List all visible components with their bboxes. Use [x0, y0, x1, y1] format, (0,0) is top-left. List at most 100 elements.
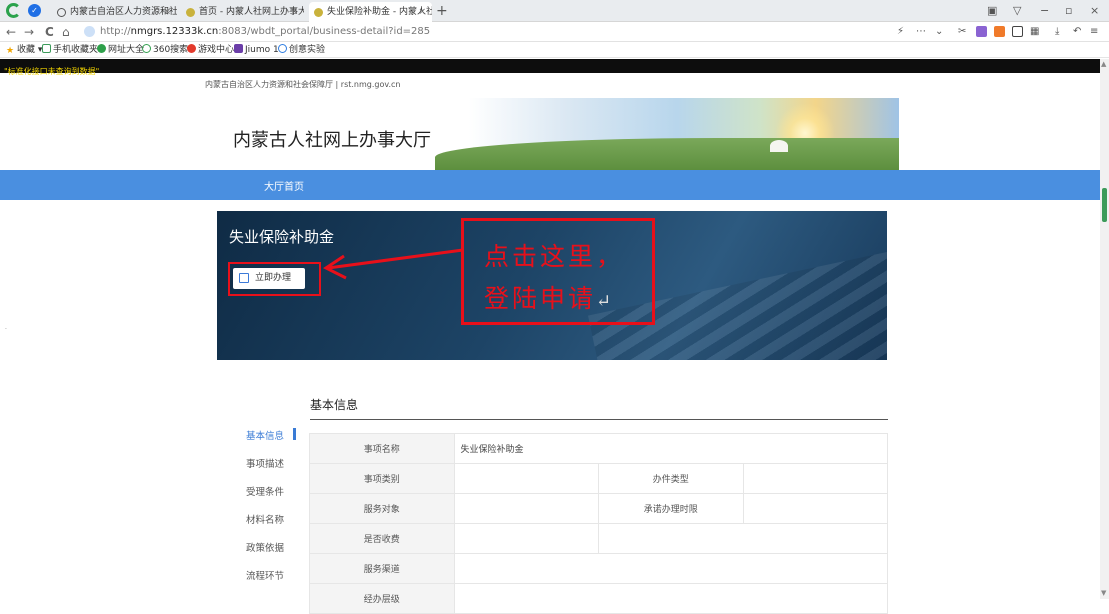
annotation-arrow-icon [323, 248, 464, 280]
close-window-icon[interactable]: × [1090, 0, 1099, 22]
annotation-line-2: 登陆申请 [484, 284, 597, 313]
window-list-icon[interactable]: ▣ [987, 0, 997, 22]
side-nav-conditions[interactable]: 受理条件 [246, 484, 284, 498]
gov-link-line[interactable]: 内蒙古自治区人力资源和社会保障厅 | rst.nmg.gov.cn [205, 79, 401, 90]
bookmark-label: 游戏中心 [198, 45, 235, 55]
bookmark-hao123[interactable]: 网址大全 [97, 42, 144, 58]
side-nav-materials[interactable]: 材料名称 [246, 512, 284, 526]
maximize-icon[interactable]: ▫ [1065, 0, 1072, 22]
annotation-text: 点击这里， 登陆申请↵ [484, 236, 624, 323]
url-path: :8083/wbdt_portal/business-detail?id=285 [218, 26, 431, 37]
undo-icon[interactable]: ↶ [1073, 24, 1081, 40]
forward-icon[interactable]: → [24, 24, 34, 40]
browser-tab-title: 首页 - 内蒙人社网上办事大厅 [199, 7, 304, 17]
browser-tab-1[interactable]: 内蒙古自治区人力资源和社会· × [52, 2, 177, 22]
bookmark-label: 收藏 [17, 45, 36, 55]
table-cell-label: 是否收费 [309, 523, 455, 554]
table-cell-value [453, 463, 599, 494]
browser-tab-strip: ✓ 内蒙古自治区人力资源和社会· × 首页 - 内蒙人社网上办事大厅 × 失业保… [0, 0, 1109, 22]
skin-icon[interactable]: ▽ [1013, 0, 1021, 22]
url-prefix: http:// [100, 26, 131, 37]
browser-tab-title: 内蒙古自治区人力资源和社会· [70, 7, 177, 17]
globe-icon [57, 8, 66, 17]
table-row: 事项名称 失业保险补助金 [309, 433, 889, 464]
scrollbar-thumb[interactable] [1102, 188, 1107, 222]
table-cell-label: 事项类别 [309, 463, 455, 494]
dropdown-chevron-icon[interactable]: ⌄ [935, 24, 943, 40]
table-cell-label: 事项名称 [309, 433, 455, 464]
return-mark: ↵ [596, 291, 615, 312]
side-nav-policy[interactable]: 政策依据 [246, 540, 284, 554]
side-nav-basic-info[interactable]: 基本信息 [246, 428, 284, 442]
apps-grid-icon[interactable]: ▦ [1030, 24, 1039, 40]
browser-tab-2[interactable]: 首页 - 内蒙人社网上办事大厅 × [181, 2, 304, 22]
bookmark-label: 手机收藏夹 [53, 45, 99, 55]
scissors-icon[interactable]: ✂ [958, 24, 966, 40]
table-cell-value [742, 493, 888, 524]
new-tab-button[interactable]: + [436, 0, 448, 22]
table-cell-value: 失业保险补助金 [453, 433, 889, 464]
back-icon[interactable]: ← [6, 24, 16, 40]
browser-tab-3-active[interactable]: 失业保险补助金 - 内蒙人社网... × [309, 2, 432, 22]
site-favicon-icon [234, 44, 243, 53]
url-field[interactable]: http://nmgrs.12333k.cn:8083/wbdt_portal/… [100, 25, 430, 39]
annotation-highlight-box [228, 262, 321, 296]
close-tab-icon[interactable]: × [418, 2, 426, 22]
annotation-line-1: 点击这里， [484, 242, 625, 271]
site-favicon-icon [278, 44, 287, 53]
minimize-icon[interactable]: − [1040, 0, 1049, 22]
table-cell-label: 承诺办理时限 [597, 493, 744, 524]
site-favicon-icon [186, 8, 195, 17]
page-scrollbar[interactable] [1100, 59, 1109, 599]
site-title: 内蒙古人社网上办事大厅 [233, 130, 431, 151]
banner-grassland [435, 138, 899, 170]
menu-icon[interactable]: ≡ [1090, 24, 1098, 40]
bookmark-mobile[interactable]: 手机收藏夹 [42, 42, 98, 58]
scroll-down-icon[interactable]: ▼ [1101, 589, 1106, 597]
section-divider [310, 419, 888, 420]
reload-icon[interactable]: C [45, 24, 54, 40]
table-cell-value [453, 523, 599, 554]
side-nav-active-marker [293, 428, 296, 440]
browser-logo-icon[interactable] [6, 3, 21, 18]
side-nav-description[interactable]: 事项描述 [246, 456, 284, 470]
side-nav-process[interactable]: 流程环节 [246, 568, 284, 582]
extension-icon[interactable] [994, 26, 1005, 37]
nav-home-link[interactable]: 大厅首页 [264, 178, 304, 193]
bookmark-label: Jiumo 1 [245, 45, 279, 55]
site-favicon-icon [97, 44, 106, 53]
table-cell-label: 服务对象 [309, 493, 455, 524]
section-title: 基本信息 [310, 398, 359, 412]
extension-icon[interactable] [976, 26, 987, 37]
notice-text: "标准化接口未查询到数据" [4, 67, 100, 76]
table-cell-label: 服务渠道 [309, 553, 455, 584]
security-shield-icon[interactable]: ✓ [28, 4, 41, 17]
site-info-icon[interactable] [84, 26, 95, 37]
table-cell-value [453, 553, 889, 584]
browser-tab-title: 失业保险补助金 - 内蒙人社网... [327, 7, 432, 17]
banner-yurt [770, 140, 788, 152]
scroll-up-icon[interactable]: ▲ [1101, 60, 1106, 68]
site-favicon-icon [314, 8, 323, 17]
bookmark-label: 创意实验 [289, 45, 326, 55]
close-tab-icon[interactable]: × [290, 2, 298, 22]
table-cell-value [453, 493, 599, 524]
home-icon[interactable]: ⌂ [62, 24, 70, 40]
bookmark-creative[interactable]: 创意实验 [278, 42, 325, 58]
lightning-icon[interactable]: ⚡ [897, 24, 904, 40]
table-row: 是否收费 [309, 523, 889, 554]
download-icon[interactable]: ⤓ [1055, 24, 1059, 40]
screenshot-icon[interactable] [1012, 26, 1023, 37]
close-tab-icon[interactable]: × [163, 2, 171, 22]
site-favicon-icon [187, 44, 196, 53]
bookmark-favorites[interactable]: ★ 收藏 ▾ [6, 42, 42, 58]
notice-strip: "标准化接口未查询到数据" [0, 59, 1100, 76]
table-row: 事项类别 办件类型 [309, 463, 888, 494]
more-icon[interactable]: ⋯ [916, 24, 926, 40]
basic-info-table: 事项名称 失业保险补助金 事项类别 办件类型 服务对象 承诺办理时限 是否收费 … [309, 433, 889, 614]
bookmark-games[interactable]: 游戏中心 [187, 42, 234, 58]
main-nav-bar [0, 170, 1100, 200]
table-cell-label: 办件类型 [597, 463, 744, 494]
bookmark-jiumo[interactable]: Jiumo 1 [234, 42, 279, 58]
bookmark-360search[interactable]: 360搜索 [142, 42, 188, 58]
